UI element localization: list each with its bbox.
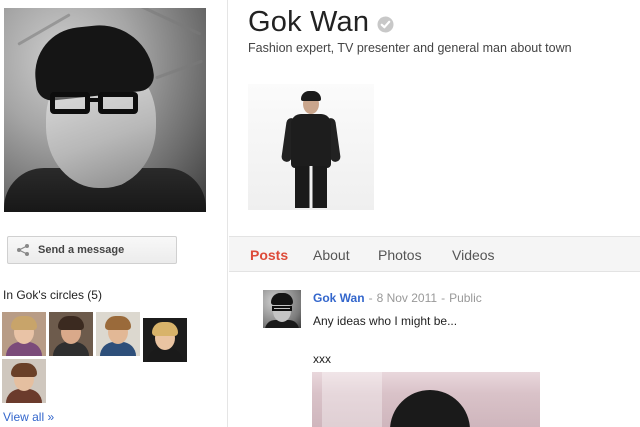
avatar-hair (152, 322, 178, 336)
post-meta: Gok Wan -8 Nov 2011- Public (313, 291, 482, 305)
tab-about[interactable]: About (313, 247, 350, 263)
post-author-avatar[interactable] (263, 290, 301, 328)
send-message-button[interactable]: Send a message (7, 236, 177, 264)
profile-tab-bar: Posts About Photos Videos (229, 236, 640, 272)
circle-avatar[interactable] (49, 312, 93, 356)
background-branch (154, 59, 204, 80)
figure-body (291, 114, 331, 168)
circle-avatar[interactable] (2, 359, 46, 403)
profile-header: Gok Wan (248, 6, 394, 39)
profile-tagline: Fashion expert, TV presenter and general… (248, 41, 572, 55)
right-column: Gok Wan Fashion expert, TV presenter and… (229, 0, 640, 427)
photo-glasses-bridge (88, 98, 100, 102)
post-text-secondary: xxx (313, 352, 331, 366)
post-item: Gok Wan -8 Nov 2011- Public Any ideas who … (229, 272, 640, 427)
figure-legs (295, 166, 327, 208)
avatar-body (6, 389, 42, 403)
avatar-hair (271, 293, 293, 305)
avatar-body (147, 348, 183, 362)
image-light (322, 372, 382, 427)
post-date-link[interactable]: 8 Nov 2011 (377, 291, 438, 305)
view-all-link[interactable]: View all » (3, 410, 54, 424)
post-image[interactable] (312, 372, 540, 427)
circle-avatar[interactable] (143, 318, 187, 362)
share-icon (16, 243, 30, 257)
post-text: Any ideas who I might be... (313, 314, 458, 328)
avatar-body (53, 342, 89, 356)
avatar-hair (58, 316, 84, 330)
profile-photo[interactable] (4, 8, 206, 212)
circles-title: In Gok's circles (5) (3, 288, 102, 302)
post-author-link[interactable]: Gok Wan (313, 291, 365, 305)
post-separator: - (368, 291, 373, 305)
post-separator: - (441, 291, 446, 305)
send-message-label: Send a message (38, 244, 125, 256)
background-branch (136, 8, 202, 36)
circle-avatar[interactable] (96, 312, 140, 356)
tab-posts[interactable]: Posts (250, 247, 288, 263)
image-hair (390, 390, 470, 427)
verified-check-icon (377, 16, 394, 33)
avatar-hair (11, 363, 37, 377)
featured-photo[interactable] (248, 84, 374, 210)
photo-hair (30, 20, 156, 102)
profile-name: Gok Wan (248, 6, 370, 38)
photo-glasses-right (98, 92, 138, 114)
post-visibility: Public (449, 291, 482, 305)
tab-videos[interactable]: Videos (452, 247, 495, 263)
circle-avatar[interactable] (2, 312, 46, 356)
left-column: Send a message In Gok's circles (5) View… (0, 0, 228, 427)
avatar-hair (105, 316, 131, 330)
avatar-glasses (272, 306, 292, 311)
avatar-body (6, 342, 42, 356)
tab-photos[interactable]: Photos (378, 247, 422, 263)
avatar-hair (11, 316, 37, 330)
figure-hair (301, 91, 321, 101)
photo-glasses-left (50, 92, 90, 114)
avatar-body (100, 342, 136, 356)
